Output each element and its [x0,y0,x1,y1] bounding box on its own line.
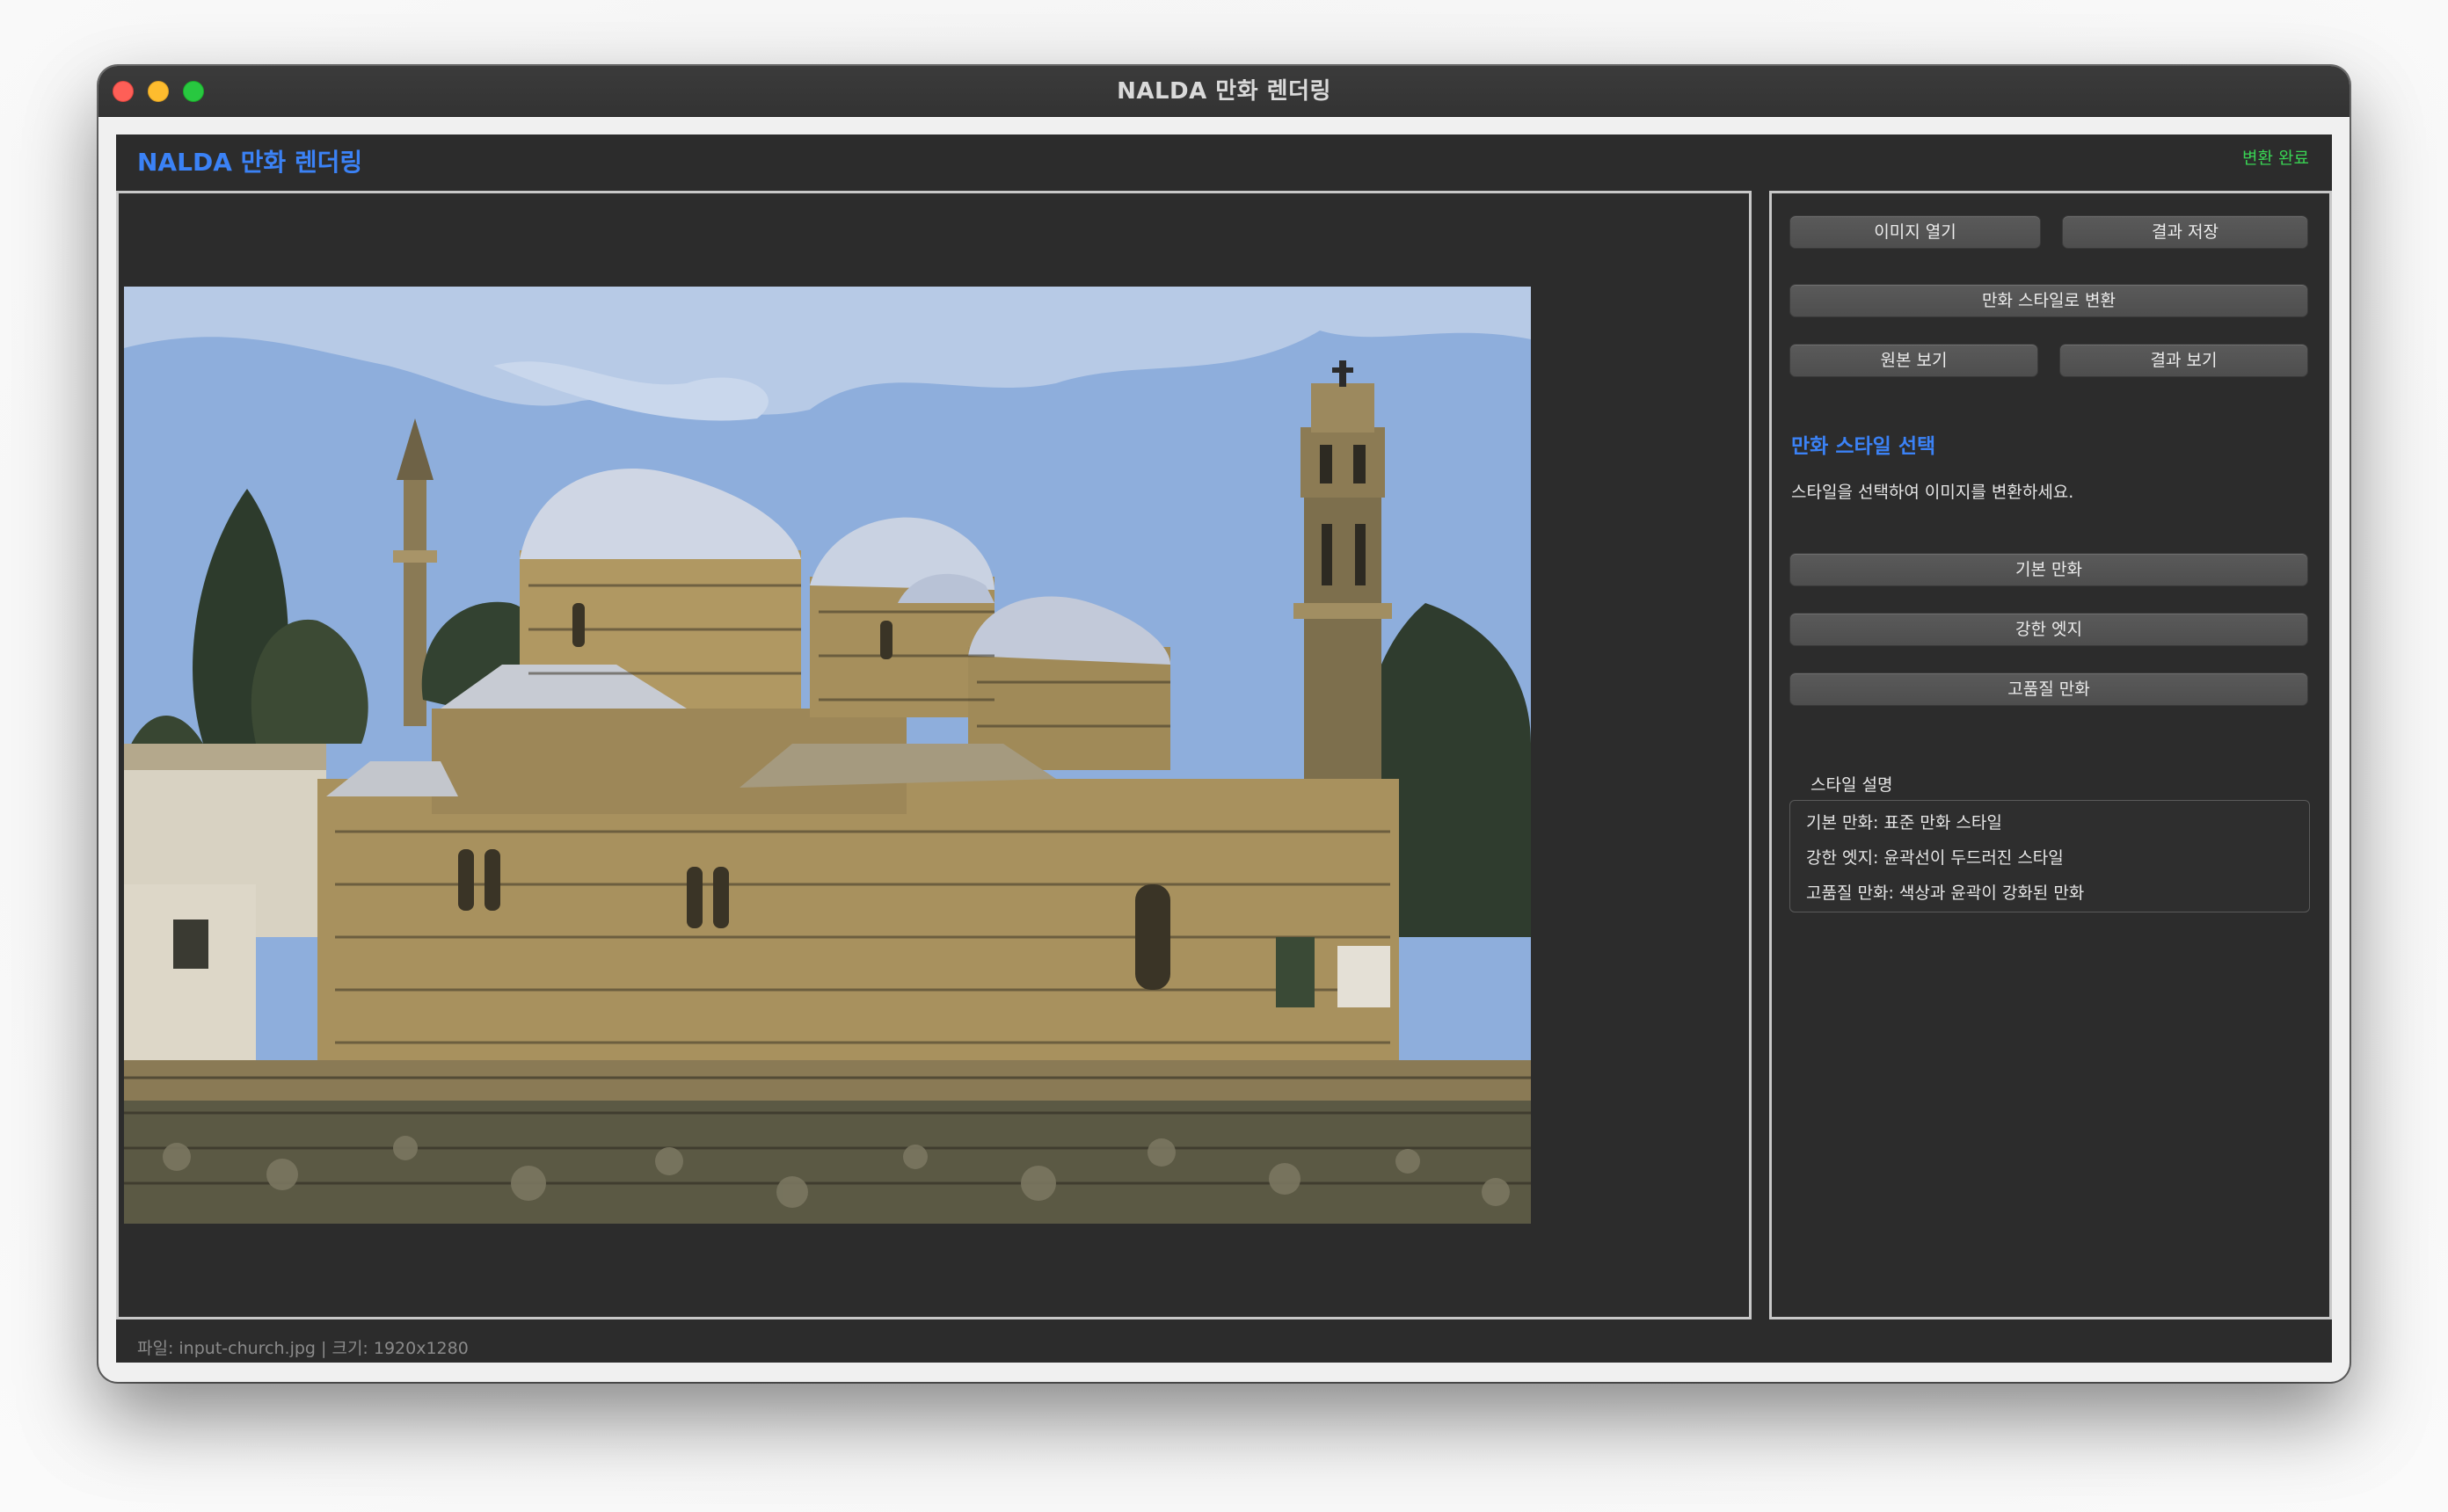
style-description-box: 기본 만화: 표준 만화 스타일 강한 엣지: 윤곽선이 두드러진 스타일 고품… [1789,800,2310,912]
app-title: NALDA 만화 렌더링 [137,148,363,177]
file-info-bar: 파일: input-church.jpg | 크기: 1920x1280 [137,1339,469,1358]
save-result-button[interactable]: 결과 저장 [2062,215,2308,249]
app-header: NALDA 만화 렌더링 변환 완료 [116,134,2332,191]
open-image-button[interactable]: 이미지 열기 [1789,215,2041,249]
view-result-button[interactable]: 결과 보기 [2059,344,2308,377]
style-description-line: 고품질 만화: 색상과 윤곽이 강화된 만화 [1806,883,2085,903]
style-description-label: 스타일 설명 [1810,775,1893,795]
status-text: 변환 완료 [2242,149,2309,168]
app-content: NALDA 만화 렌더링 변환 완료 이미지 열기 결과 저장 만화 스타일로 … [116,134,2332,1363]
window-titlebar[interactable]: NALDA 만화 렌더링 [98,66,2350,117]
style-section-heading: 만화 스타일 선택 [1791,435,1936,458]
view-original-button[interactable]: 원본 보기 [1789,344,2038,377]
style-high-quality-button[interactable]: 고품질 만화 [1789,672,2308,706]
window-title: NALDA 만화 렌더링 [1117,78,1331,105]
style-basic-button[interactable]: 기본 만화 [1789,553,2308,586]
style-description-line: 강한 엣지: 윤곽선이 두드러진 스타일 [1806,848,2064,868]
app-window: NALDA 만화 렌더링 NALDA 만화 렌더링 변환 완료 이미지 열기 결… [98,66,2350,1382]
style-section-hint: 스타일을 선택하여 이미지를 변환하세요. [1791,483,2074,502]
convert-button[interactable]: 만화 스타일로 변환 [1789,284,2308,317]
cartoon-church-image [124,287,1531,1224]
control-panel: 이미지 열기 결과 저장 만화 스타일로 변환 원본 보기 결과 보기 만화 스… [1769,191,2332,1319]
result-image [124,287,1531,1224]
image-preview-panel [116,191,1752,1319]
style-description-line: 기본 만화: 표준 만화 스타일 [1806,813,2002,832]
desktop-background: NALDA 만화 렌더링 NALDA 만화 렌더링 변환 완료 이미지 열기 결… [0,0,2448,1512]
style-strong-edge-button[interactable]: 강한 엣지 [1789,613,2308,646]
